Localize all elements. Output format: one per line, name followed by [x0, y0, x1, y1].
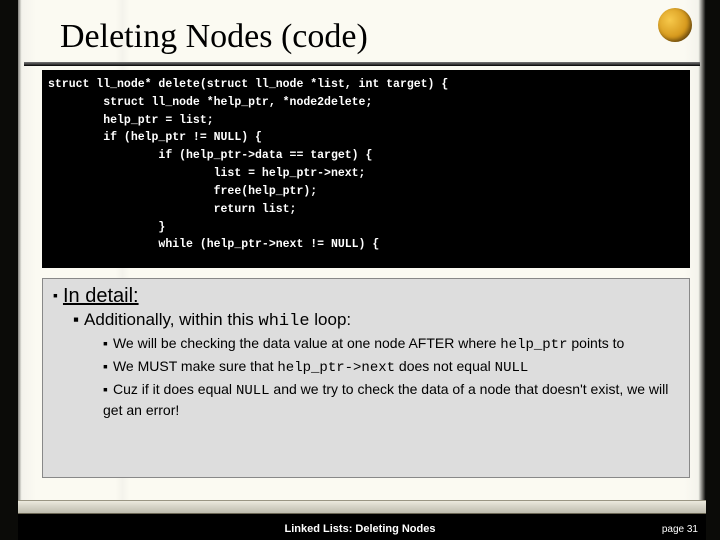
b2-mid: does not equal — [395, 358, 495, 374]
detail-box: ▪In detail: ▪Additionally, within this w… — [42, 278, 690, 478]
bullet-3: ▪Cuz if it does equal NULL and we try to… — [103, 380, 679, 418]
footer-bar — [18, 500, 706, 514]
detail-line1-code: while — [259, 312, 310, 331]
b2-pre: We MUST make sure that — [113, 358, 277, 374]
left-border — [0, 0, 18, 540]
b1-pre: We will be checking the data value at on… — [113, 335, 500, 351]
b2-code2: NULL — [495, 360, 529, 376]
b3-pre: Cuz if it does equal — [113, 381, 236, 397]
detail-line1-pre: Additionally, within this — [84, 310, 259, 329]
title-underline — [24, 62, 700, 66]
b2-code: help_ptr->next — [277, 360, 395, 376]
bullet-1: ▪We will be checking the data value at o… — [103, 334, 679, 354]
slide-title: Deleting Nodes (code) — [60, 18, 368, 56]
detail-heading-text: In detail: — [63, 285, 139, 307]
page-number: page 31 — [662, 524, 698, 535]
bullet-2: ▪We MUST make sure that help_ptr->next d… — [103, 357, 679, 377]
logo-icon — [658, 8, 692, 42]
detail-heading: ▪In detail: — [53, 285, 679, 308]
slide: Deleting Nodes (code) struct ll_node* de… — [0, 0, 720, 540]
footer-center: Linked Lists: Deleting Nodes — [0, 523, 720, 535]
b1-post: points to — [567, 335, 624, 351]
right-border — [706, 0, 720, 540]
b3-code: NULL — [236, 383, 270, 399]
b1-code: help_ptr — [500, 337, 567, 353]
detail-line1: ▪Additionally, within this while loop: — [73, 310, 679, 331]
detail-line1-post: loop: — [310, 310, 352, 329]
code-block: struct ll_node* delete(struct ll_node *l… — [42, 70, 690, 268]
